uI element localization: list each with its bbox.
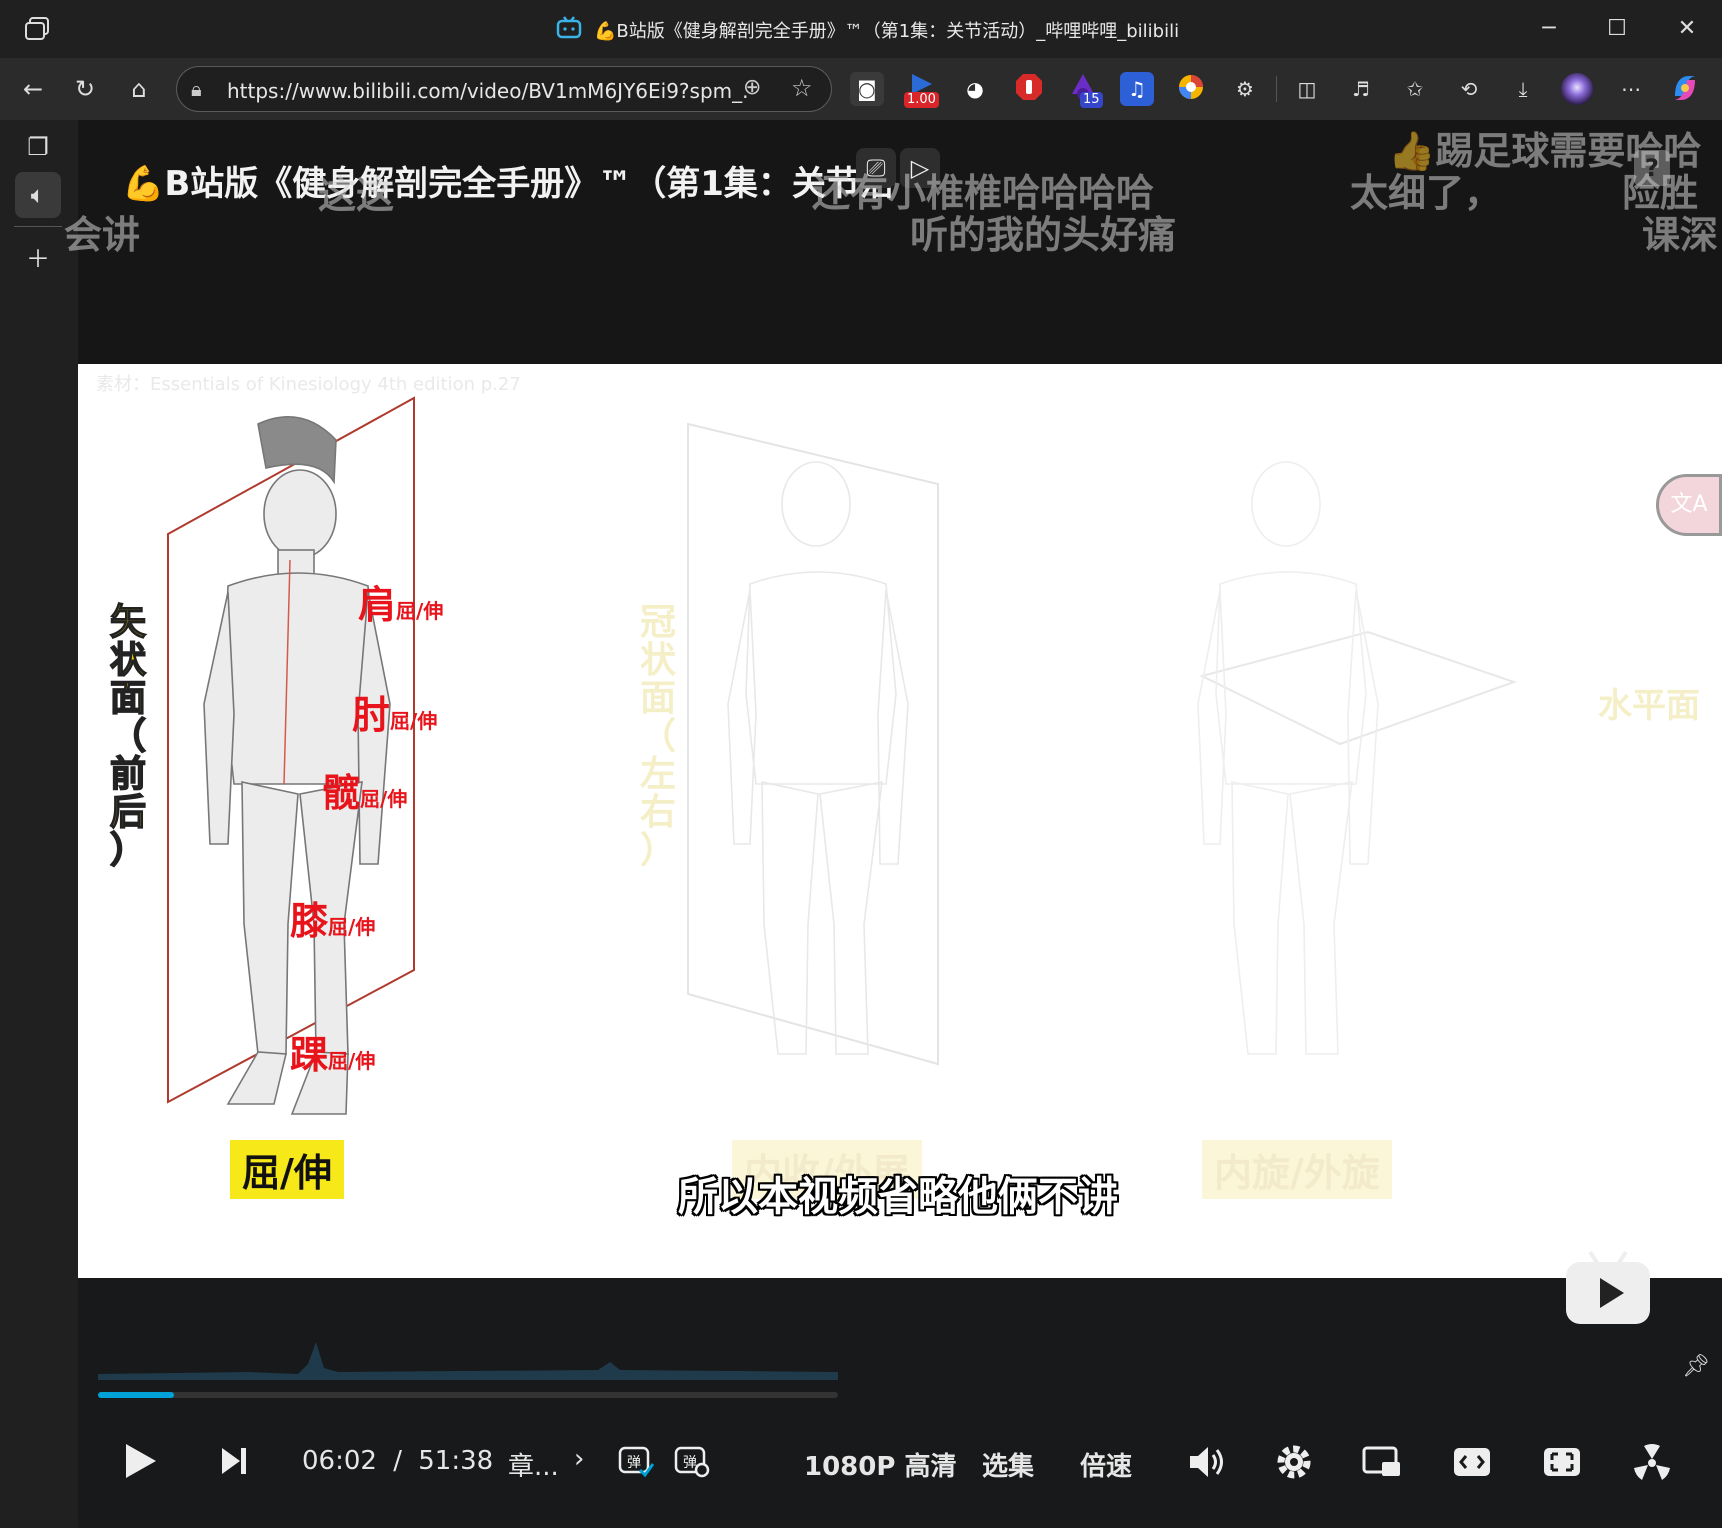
plane-label-char: 状 xyxy=(639,640,676,681)
chapter-button[interactable]: 章... xyxy=(508,1446,559,1483)
video-subtitle: 所以本视频省略他俩不讲 xyxy=(678,1174,1118,1220)
danmaku-comment: 课深 xyxy=(1642,213,1719,257)
danmaku-comment: 听的我的头好痛 xyxy=(910,213,1177,257)
plane-label-char: 矢 xyxy=(109,602,147,643)
joint-label-elbow: 肘屈/伸 xyxy=(352,693,438,737)
plane-label-char: 后 xyxy=(109,792,147,833)
back-arrow-icon[interactable]: ← xyxy=(14,70,52,108)
window-title: 💪B站版《健身解剖完全手册》™（第1集：关节活动）_哔哩哔哩_bilibili xyxy=(594,21,1180,42)
translate-icon[interactable]: 文A xyxy=(1656,474,1722,536)
media-control-icon[interactable]: ♬ xyxy=(1344,72,1378,106)
movement-box-sagittal: 屈/伸 xyxy=(230,1140,344,1199)
play-icon[interactable] xyxy=(124,1442,158,1487)
favorite-star-icon[interactable]: ☆ xyxy=(791,74,813,102)
extension-stop-hand-icon[interactable] xyxy=(1012,72,1046,106)
settings-gear-icon[interactable] xyxy=(1274,1442,1314,1489)
url-text[interactable]: https://www.bilibili.com/video/BV1mM6JY6… xyxy=(227,79,747,103)
history-icon[interactable]: ⟲ xyxy=(1452,72,1486,106)
progress-fill xyxy=(98,1392,175,1398)
plane-label-transverse: 水平面 xyxy=(1598,686,1700,726)
address-bar[interactable]: 🔒︎ https://www.bilibili.com/video/BV1mM6… xyxy=(176,66,832,112)
window-title-bar: 💪B站版《健身解剖完全手册》™（第1集：关节活动）_哔哩哔哩_bilibili … xyxy=(0,0,1722,58)
plane-label-frontal: 冠状面（左右） xyxy=(638,604,678,870)
video-frame[interactable]: 素材：Essentials of Kinesiology 4th edition… xyxy=(78,364,1722,1278)
danmaku-toggle-icon[interactable]: 弹 xyxy=(618,1444,655,1485)
more-options-icon[interactable]: ⋯ xyxy=(1614,72,1648,106)
extensions-puzzle-icon[interactable]: ⚙ xyxy=(1228,72,1262,106)
browser-toolbar: ← ↻ ⌂ 🔒︎ https://www.bilibili.com/video/… xyxy=(0,58,1722,120)
plane-label-char: ） xyxy=(639,830,676,871)
video-player[interactable]: 💪B站版《健身解剖完全手册》™（第1集：关节活 ⎚ ▷ 👍踢足球需要哈哈 还有小… xyxy=(64,120,1722,1520)
lock-icon[interactable]: 🔒︎ xyxy=(191,77,202,101)
movement-box-transverse: 内旋/外旋 xyxy=(1202,1140,1392,1199)
plane-label-char: 左 xyxy=(639,754,676,795)
current-time: 06:02 xyxy=(302,1446,377,1476)
plane-label-char: 前 xyxy=(109,754,147,795)
new-tab-plus-icon[interactable]: ＋ xyxy=(15,236,61,282)
time-display: 06:02 / 51:38 xyxy=(302,1446,493,1476)
close-button[interactable]: ✕ xyxy=(1670,12,1704,46)
minimize-button[interactable]: ─ xyxy=(1532,12,1566,46)
toolbar-divider xyxy=(1276,76,1277,102)
workspaces-icon[interactable] xyxy=(24,16,52,42)
favorites-icon[interactable]: ✩ xyxy=(1398,72,1432,106)
extension-glasses-icon[interactable]: ◙ xyxy=(850,72,884,106)
extension-colorful-shield-icon[interactable] xyxy=(1174,72,1208,106)
episodes-button[interactable]: 选集 xyxy=(982,1446,1034,1483)
danmaku-comment: 会讲 xyxy=(64,213,141,257)
plane-label-char: 面 xyxy=(639,678,676,719)
plane-label-char: 面 xyxy=(109,678,147,719)
joint-label-knee: 膝屈/伸 xyxy=(290,899,376,943)
plane-label-sagittal: 矢状面（前后） xyxy=(108,602,148,871)
speed-badge: 1.00 xyxy=(904,92,939,108)
joint-label-hip: 髋屈/伸 xyxy=(322,771,408,815)
time-separator: / xyxy=(393,1446,402,1476)
danmaku-comment: 这这 xyxy=(318,173,395,217)
joint-label-shoulder: 肩屈/伸 xyxy=(358,583,444,627)
speed-button[interactable]: 倍速 xyxy=(1080,1446,1132,1483)
danmaku-comment: 太细了， xyxy=(1350,171,1503,215)
svg-text:弹: 弹 xyxy=(627,1455,641,1471)
plane-label-char: 冠 xyxy=(639,602,676,643)
profile-avatar[interactable] xyxy=(1560,72,1594,106)
plane-label-char: 状 xyxy=(109,640,147,681)
zoom-icon[interactable]: ⊕ xyxy=(743,75,761,100)
progress-track[interactable] xyxy=(98,1392,838,1398)
danmaku-help-icon[interactable]: ? xyxy=(1634,150,1670,186)
bilibili-tv-icon xyxy=(556,16,582,40)
split-screen-icon[interactable]: ◫ xyxy=(1290,72,1324,106)
refresh-icon[interactable]: ↻ xyxy=(66,70,104,108)
plane-label-char: （ xyxy=(639,716,676,757)
player-controls: 📌︎ 06:02 / 51:38 章... › 弹 弹 1080P 高清 选集 … xyxy=(78,1250,1722,1520)
danmaku-settings-icon[interactable]: 弹 xyxy=(674,1444,710,1485)
video-title-overlay: 💪B站版《健身解剖完全手册》™（第1集：关节活 xyxy=(122,164,894,204)
joint-label-ankle: 踝屈/伸 xyxy=(290,1033,376,1077)
extension-mask-icon[interactable]: ◕ xyxy=(958,72,992,106)
mini-player-tv-icon[interactable] xyxy=(1564,1248,1652,1328)
copilot-icon[interactable] xyxy=(1668,72,1702,106)
tab-actions-icon[interactable]: ❐ xyxy=(15,124,61,170)
volume-icon[interactable] xyxy=(1188,1444,1226,1487)
home-icon[interactable]: ⌂ xyxy=(120,70,158,108)
plane-label-char: 右 xyxy=(639,792,676,833)
download-icon[interactable]: ⤓ xyxy=(1506,72,1540,106)
duration: 51:38 xyxy=(418,1446,494,1476)
maximize-button[interactable]: ☐ xyxy=(1600,12,1634,46)
widescreen-icon[interactable] xyxy=(1452,1444,1492,1487)
vertical-tabs-sidebar: ❐ 🔈︎ ＋ xyxy=(0,120,78,1528)
fullscreen-icon[interactable] xyxy=(1632,1442,1672,1489)
next-episode-icon[interactable] xyxy=(220,1446,248,1483)
audio-tab-icon[interactable]: 🔈︎ xyxy=(15,172,61,218)
web-fullscreen-icon[interactable] xyxy=(1542,1444,1582,1487)
extension-count-badge: 15 xyxy=(1080,92,1103,108)
chevron-right-icon[interactable]: › xyxy=(574,1444,584,1474)
quality-button[interactable]: 1080P 高清 xyxy=(804,1446,956,1483)
plane-label-char: （ xyxy=(109,716,147,757)
picture-in-picture-icon[interactable] xyxy=(1362,1444,1402,1487)
sidebar-divider xyxy=(14,226,62,227)
music-note-icon[interactable]: ♫ xyxy=(1120,72,1154,106)
plane-label-char: ） xyxy=(109,830,147,871)
pin-icon[interactable]: 📌︎ xyxy=(1682,1354,1710,1379)
high-energy-curve xyxy=(98,1342,838,1380)
